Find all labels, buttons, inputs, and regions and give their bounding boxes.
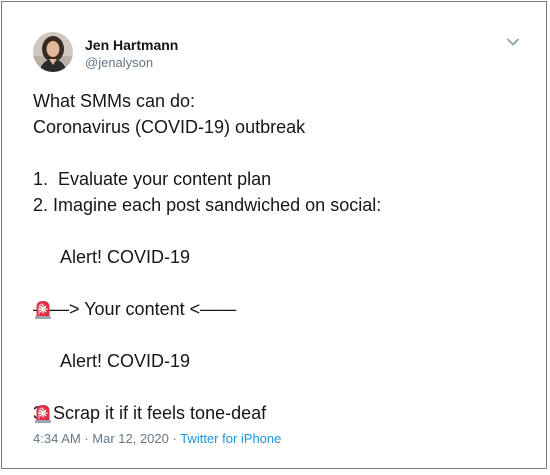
tweet-text: What SMMs can do: Coronavirus (COVID-19)… [33, 88, 533, 426]
tweet-line [33, 270, 533, 296]
alert-text: Alert! COVID-19 [60, 247, 191, 267]
tweet-line-alert: Alert! COVID-19 [33, 244, 533, 319]
tweet-line: Coronavirus (COVID-19) outbreak [33, 117, 306, 137]
tweet-time[interactable]: 4:34 AM [33, 431, 81, 446]
avatar[interactable] [33, 32, 73, 72]
alert-text: Alert! COVID-19 [60, 351, 191, 371]
tweet-line: ——> Your content <—— [33, 299, 237, 319]
tweet-line [33, 140, 533, 166]
tweet-line [33, 322, 533, 348]
author-handle[interactable]: @jenalyson [85, 54, 153, 72]
tweet-line: 1. Evaluate your content plan [33, 169, 272, 189]
tweet-line: 2. Imagine each post sandwiched on socia… [33, 195, 382, 215]
tweet-line [33, 218, 533, 244]
meta-separator: · [168, 431, 181, 446]
meta-separator: · [80, 431, 93, 446]
tweet-line-alert: Alert! COVID-19 [33, 348, 533, 423]
rotating-light-icon [33, 351, 53, 423]
tweet-date[interactable]: Mar 12, 2020 [92, 431, 169, 446]
tweet-card: Jen Hartmann @jenalyson What SMMs can do… [1, 1, 547, 469]
tweet-metadata: 4:34 AM · Mar 12, 2020 · Twitter for iPh… [33, 430, 281, 448]
rotating-light-icon [33, 247, 53, 319]
tweet-source-link[interactable]: Twitter for iPhone [180, 431, 281, 446]
author-name[interactable]: Jen Hartmann [85, 36, 178, 54]
tweet-line: 3. Scrap it if it feels tone-deaf [33, 403, 267, 423]
chevron-down-icon[interactable] [505, 35, 521, 47]
tweet-line [33, 374, 533, 400]
tweet-line: What SMMs can do: [33, 91, 196, 111]
